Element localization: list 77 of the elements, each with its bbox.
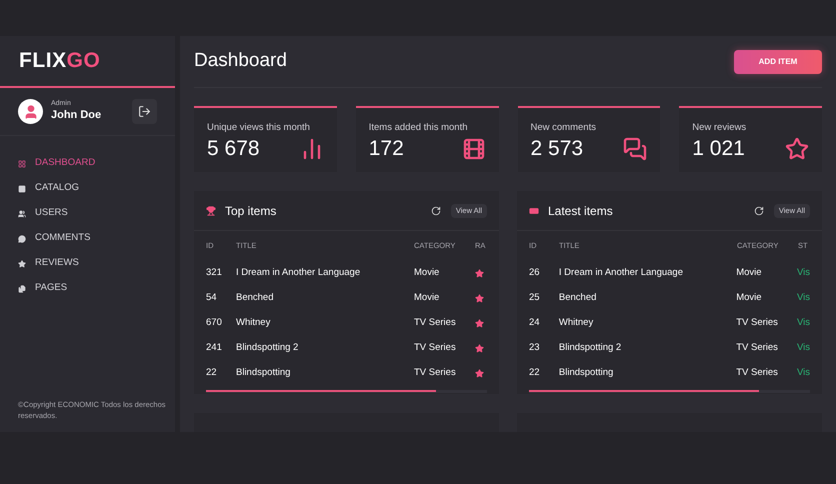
nav-item[interactable]: COMMENTS (0, 226, 175, 251)
table-cell-text: TV Series (414, 366, 457, 380)
logout-icon (138, 105, 151, 118)
table-cell-text: TV Series (736, 316, 779, 330)
table-cell-text: TV Series (414, 341, 457, 356)
panel-title: Latest items (548, 202, 614, 220)
refresh-icon[interactable] (430, 206, 441, 216)
stat-label: New comments (530, 121, 597, 135)
film-icon (462, 137, 486, 162)
users-icon (18, 210, 26, 218)
table-cell-text: 22 (206, 366, 218, 380)
table-cell-text: Whitney (558, 316, 594, 330)
table-cell-text: 54 (206, 291, 218, 306)
refresh-icon[interactable] (754, 206, 764, 216)
table-cell-text: Movie (736, 266, 763, 280)
table-cell-text: 22 (529, 366, 541, 380)
table-cell-text: Blindspotting (558, 366, 614, 380)
nav-item[interactable]: DASHBOARD (0, 151, 175, 176)
table-cell-text: Movie (414, 291, 440, 306)
user-name: John Doe (51, 109, 102, 123)
nav-item[interactable]: PAGES (0, 276, 175, 301)
star-icon (785, 137, 809, 162)
status-text: Vis (796, 291, 810, 306)
grid-icon (18, 160, 26, 168)
stat-label: New reviews (692, 121, 748, 135)
table-cell-text: 670 (206, 316, 223, 330)
table-cell-text: TV Series (736, 366, 779, 380)
trophy-icon (206, 206, 216, 216)
stat-label: Unique views this month (207, 121, 311, 135)
scrollbar[interactable] (206, 390, 436, 392)
star-icon (475, 319, 484, 328)
table-cell-text: Blindspotting 2 (558, 341, 622, 356)
logout-button[interactable] (132, 99, 157, 124)
stat-label: Items added this month (368, 121, 468, 135)
chat-bubbles-icon (623, 137, 648, 162)
nav-item[interactable]: CATALOG (0, 176, 175, 201)
avatar-icon (18, 99, 43, 124)
table-cell-text: I Dream in Another Language (558, 266, 684, 280)
stat-value: 2 573 (530, 136, 584, 162)
star-icon (475, 294, 484, 303)
status-text: Vis (796, 341, 810, 356)
status-text: Vis (796, 266, 810, 280)
rectangle-icon (529, 206, 539, 216)
table-cell-text: Whitney (236, 316, 272, 330)
page-title: Dashboard (194, 49, 287, 74)
panel-title: Top items (225, 202, 278, 220)
status-text: Vis (796, 366, 810, 380)
table-cell-text: 26 (529, 266, 541, 280)
table-cell-text: Blindspotting 2 (236, 341, 300, 356)
stat-value: 172 (368, 136, 404, 162)
table-cell-text: I Dream in Another Language (236, 266, 362, 280)
star-icon (475, 269, 484, 278)
table-cell-text: 23 (529, 341, 541, 356)
table-cell-text: Blindspotting (236, 366, 292, 380)
scrollbar[interactable] (529, 390, 760, 392)
table-cell-text: Movie (736, 291, 763, 306)
table-cell-text: Benched (236, 291, 275, 306)
table-cell-text: 24 (529, 316, 541, 330)
logo: FLIXGO (19, 48, 100, 74)
table-cell-text: TV Series (736, 341, 779, 356)
table-cell-text: TV Series (414, 316, 457, 330)
table-cell-text: Benched (558, 291, 598, 306)
stat-value: 5 678 (207, 136, 260, 162)
table-cell-text: Movie (414, 266, 440, 280)
pages-icon (18, 284, 26, 292)
star-icon (18, 260, 26, 268)
status-text: Vis (796, 316, 810, 330)
nav-item[interactable]: USERS (0, 201, 175, 226)
add-item-button[interactable]: ADD ITEM (734, 50, 822, 74)
table-cell-text: 25 (529, 291, 541, 306)
nav-item[interactable]: REVIEWS (0, 251, 175, 276)
chat-bubble-icon (18, 234, 26, 242)
stat-value: 1 021 (692, 136, 745, 162)
table-cell-text: 241 (206, 341, 223, 356)
star-icon (475, 369, 484, 378)
star-icon (475, 344, 484, 353)
table-cell-text: 321 (206, 266, 223, 280)
